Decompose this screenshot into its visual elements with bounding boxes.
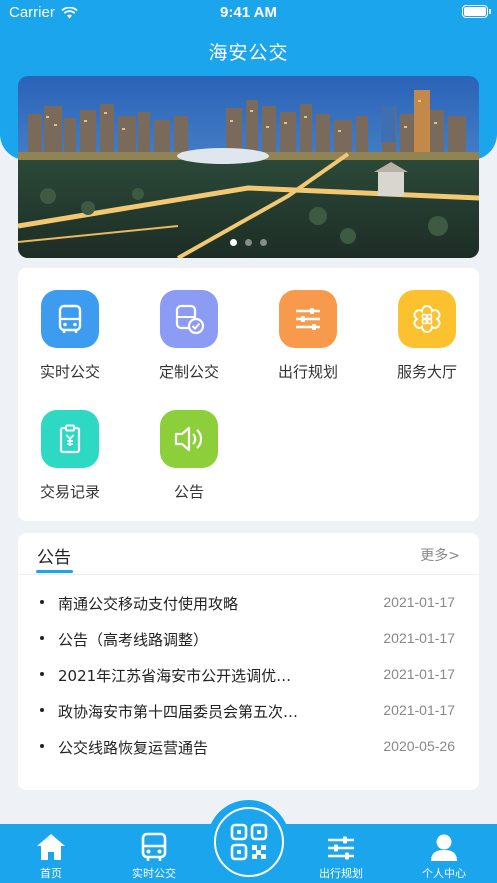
page-title: 海安公交 (208, 42, 289, 64)
battery-icon (462, 5, 491, 18)
bullet-icon (40, 672, 44, 676)
tab-trip-planning[interactable]: 出行规划 (296, 824, 386, 883)
qr-code-icon (230, 823, 267, 860)
notice-text: 南通公交移动支付使用攻略 (58, 595, 239, 613)
sliders-icon (279, 290, 337, 348)
banner-carousel[interactable] (18, 76, 479, 258)
bullet-icon (40, 600, 44, 604)
speaker-icon (160, 410, 218, 468)
bullet-icon (40, 708, 44, 712)
sliders-icon (328, 836, 354, 860)
notice-item[interactable]: 2021年江苏省海安市公开选调优… 2021-01-17 (18, 659, 479, 695)
menu-item-realtime-bus[interactable]: 实时公交 (20, 290, 120, 382)
tab-label: 个人中心 (422, 867, 466, 880)
notice-date: 2020-05-26 (383, 738, 455, 754)
menu-item-trip-planning[interactable]: 出行规划 (258, 290, 358, 382)
tab-label: 实时公交 (132, 867, 176, 880)
notice-date: 2021-01-17 (383, 666, 455, 682)
notice-date: 2021-01-17 (383, 630, 455, 646)
menu-item-custom-bus[interactable]: 定制公交 (139, 290, 239, 382)
menu-label: 服务大厅 (396, 363, 457, 381)
menu-label: 公告 (173, 483, 204, 501)
tab-profile[interactable]: 个人中心 (399, 824, 489, 883)
receipt-icon (41, 410, 99, 468)
menu-label: 交易记录 (39, 483, 100, 501)
menu-label: 出行规划 (277, 363, 338, 381)
notice-text: 公告（高考线路调整） (58, 631, 209, 649)
bullet-icon (40, 636, 44, 640)
menu-item-announcement[interactable]: 公告 (139, 410, 239, 502)
menu-item-service-hall[interactable]: 服务大厅 (377, 290, 477, 382)
function-menu: 实时公交 定制公交 出行规划 服务大厅 交易记录 公告 (18, 268, 479, 521)
home-icon (37, 834, 65, 860)
notice-text: 2021年江苏省海安市公开选调优… (58, 667, 292, 685)
carousel-dot[interactable] (245, 239, 252, 246)
notice-date: 2021-01-17 (383, 594, 455, 610)
notice-item[interactable]: 公告（高考线路调整） 2021-01-17 (18, 623, 479, 659)
more-link[interactable]: 更多> (420, 545, 460, 565)
carousel-indicators (18, 239, 479, 246)
scan-qr-button[interactable] (207, 800, 290, 883)
bullet-icon (40, 744, 44, 748)
notice-list: 南通公交移动支付使用攻略 2021-01-17 公告（高考线路调整） 2021-… (18, 587, 479, 767)
notice-item[interactable]: 南通公交移动支付使用攻略 2021-01-17 (18, 587, 479, 623)
menu-label: 实时公交 (39, 363, 100, 381)
notice-title-underline (36, 570, 73, 573)
menu-label: 定制公交 (158, 363, 219, 381)
bus-icon (141, 832, 167, 861)
carousel-dot[interactable] (230, 239, 237, 246)
notice-text: 公交线路恢复运营通告 (58, 739, 209, 757)
notice-date: 2021-01-17 (383, 702, 455, 718)
notice-text: 政协海安市第十四届委员会第五次… (58, 703, 299, 721)
tab-label: 出行规划 (319, 867, 363, 880)
custom-bus-icon (160, 290, 218, 348)
notice-title: 公告 (37, 548, 71, 568)
carousel-dot[interactable] (260, 239, 267, 246)
status-bar: Carrier 9:41 AM (0, 0, 497, 26)
tab-home[interactable]: 首页 (6, 824, 96, 883)
notice-panel: 公告 更多> 南通公交移动支付使用攻略 2021-01-17 公告（高考线路调整… (18, 533, 479, 790)
notice-item[interactable]: 公交线路恢复运营通告 2020-05-26 (18, 731, 479, 767)
city-night-image (18, 76, 479, 258)
menu-item-transactions[interactable]: 交易记录 (20, 410, 120, 502)
tab-label: 首页 (40, 867, 62, 880)
flower-icon (398, 290, 456, 348)
notice-item[interactable]: 政协海安市第十四届委员会第五次… 2021-01-17 (18, 695, 479, 731)
user-icon (431, 834, 457, 861)
status-time: 9:41 AM (220, 4, 277, 21)
notice-header: 公告 更多> (18, 533, 479, 575)
tab-realtime-bus[interactable]: 实时公交 (109, 824, 199, 883)
bus-icon (41, 290, 99, 348)
